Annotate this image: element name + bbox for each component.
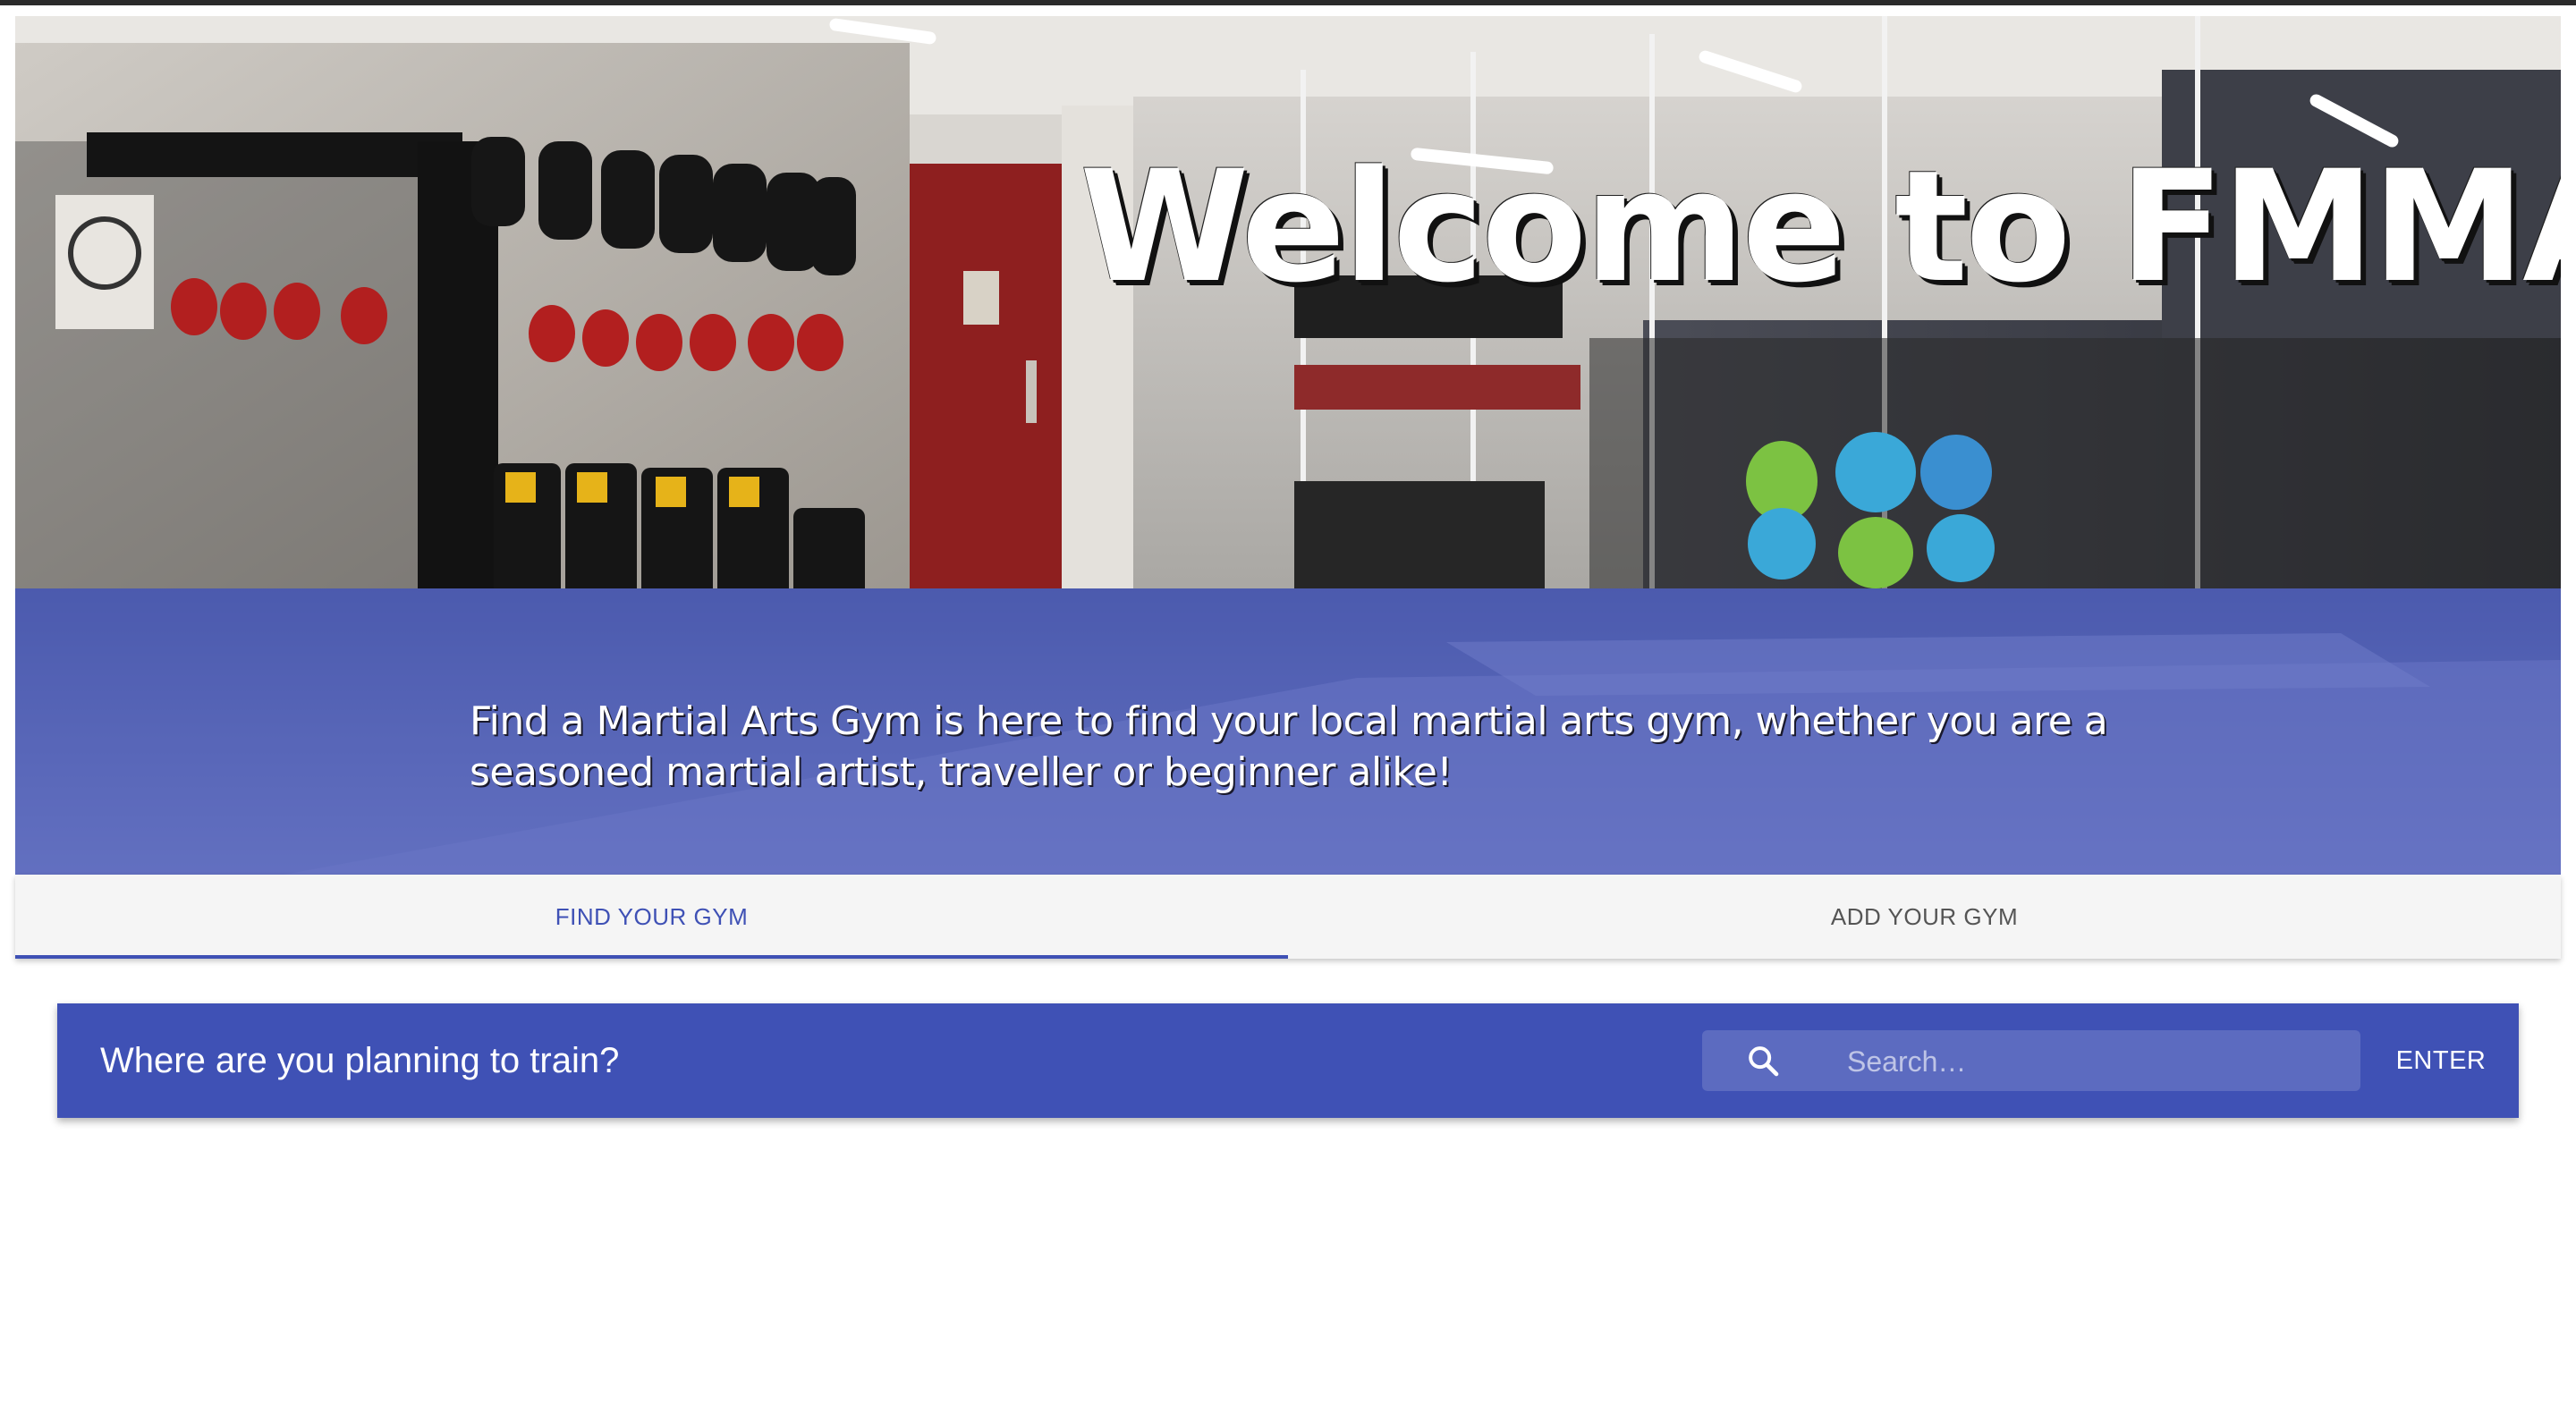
search-input[interactable] [1845,1030,2350,1093]
hero-subtitle: Find a Martial Arts Gym is here to find … [470,698,2108,795]
enter-button[interactable]: ENTER [2363,1030,2519,1091]
search-toolbar: Where are you planning to train? ENTER [57,1003,2519,1118]
tab-find-your-gym[interactable]: FIND YOUR GYM [15,875,1288,959]
window-top-edge [0,0,2576,5]
hero-banner: Welcome to FMMA! Find a Martial Arts Gym… [15,16,2561,875]
tab-add-your-gym[interactable]: ADD YOUR GYM [1288,875,2561,959]
hero-title: Welcome to FMMA! [1080,137,2561,317]
search-field[interactable] [1702,1030,2360,1093]
tab-bar: FIND YOUR GYM ADD YOUR GYM [15,875,2561,959]
search-heading: Where are you planning to train? [100,1041,620,1080]
search-icon [1749,1046,1779,1077]
